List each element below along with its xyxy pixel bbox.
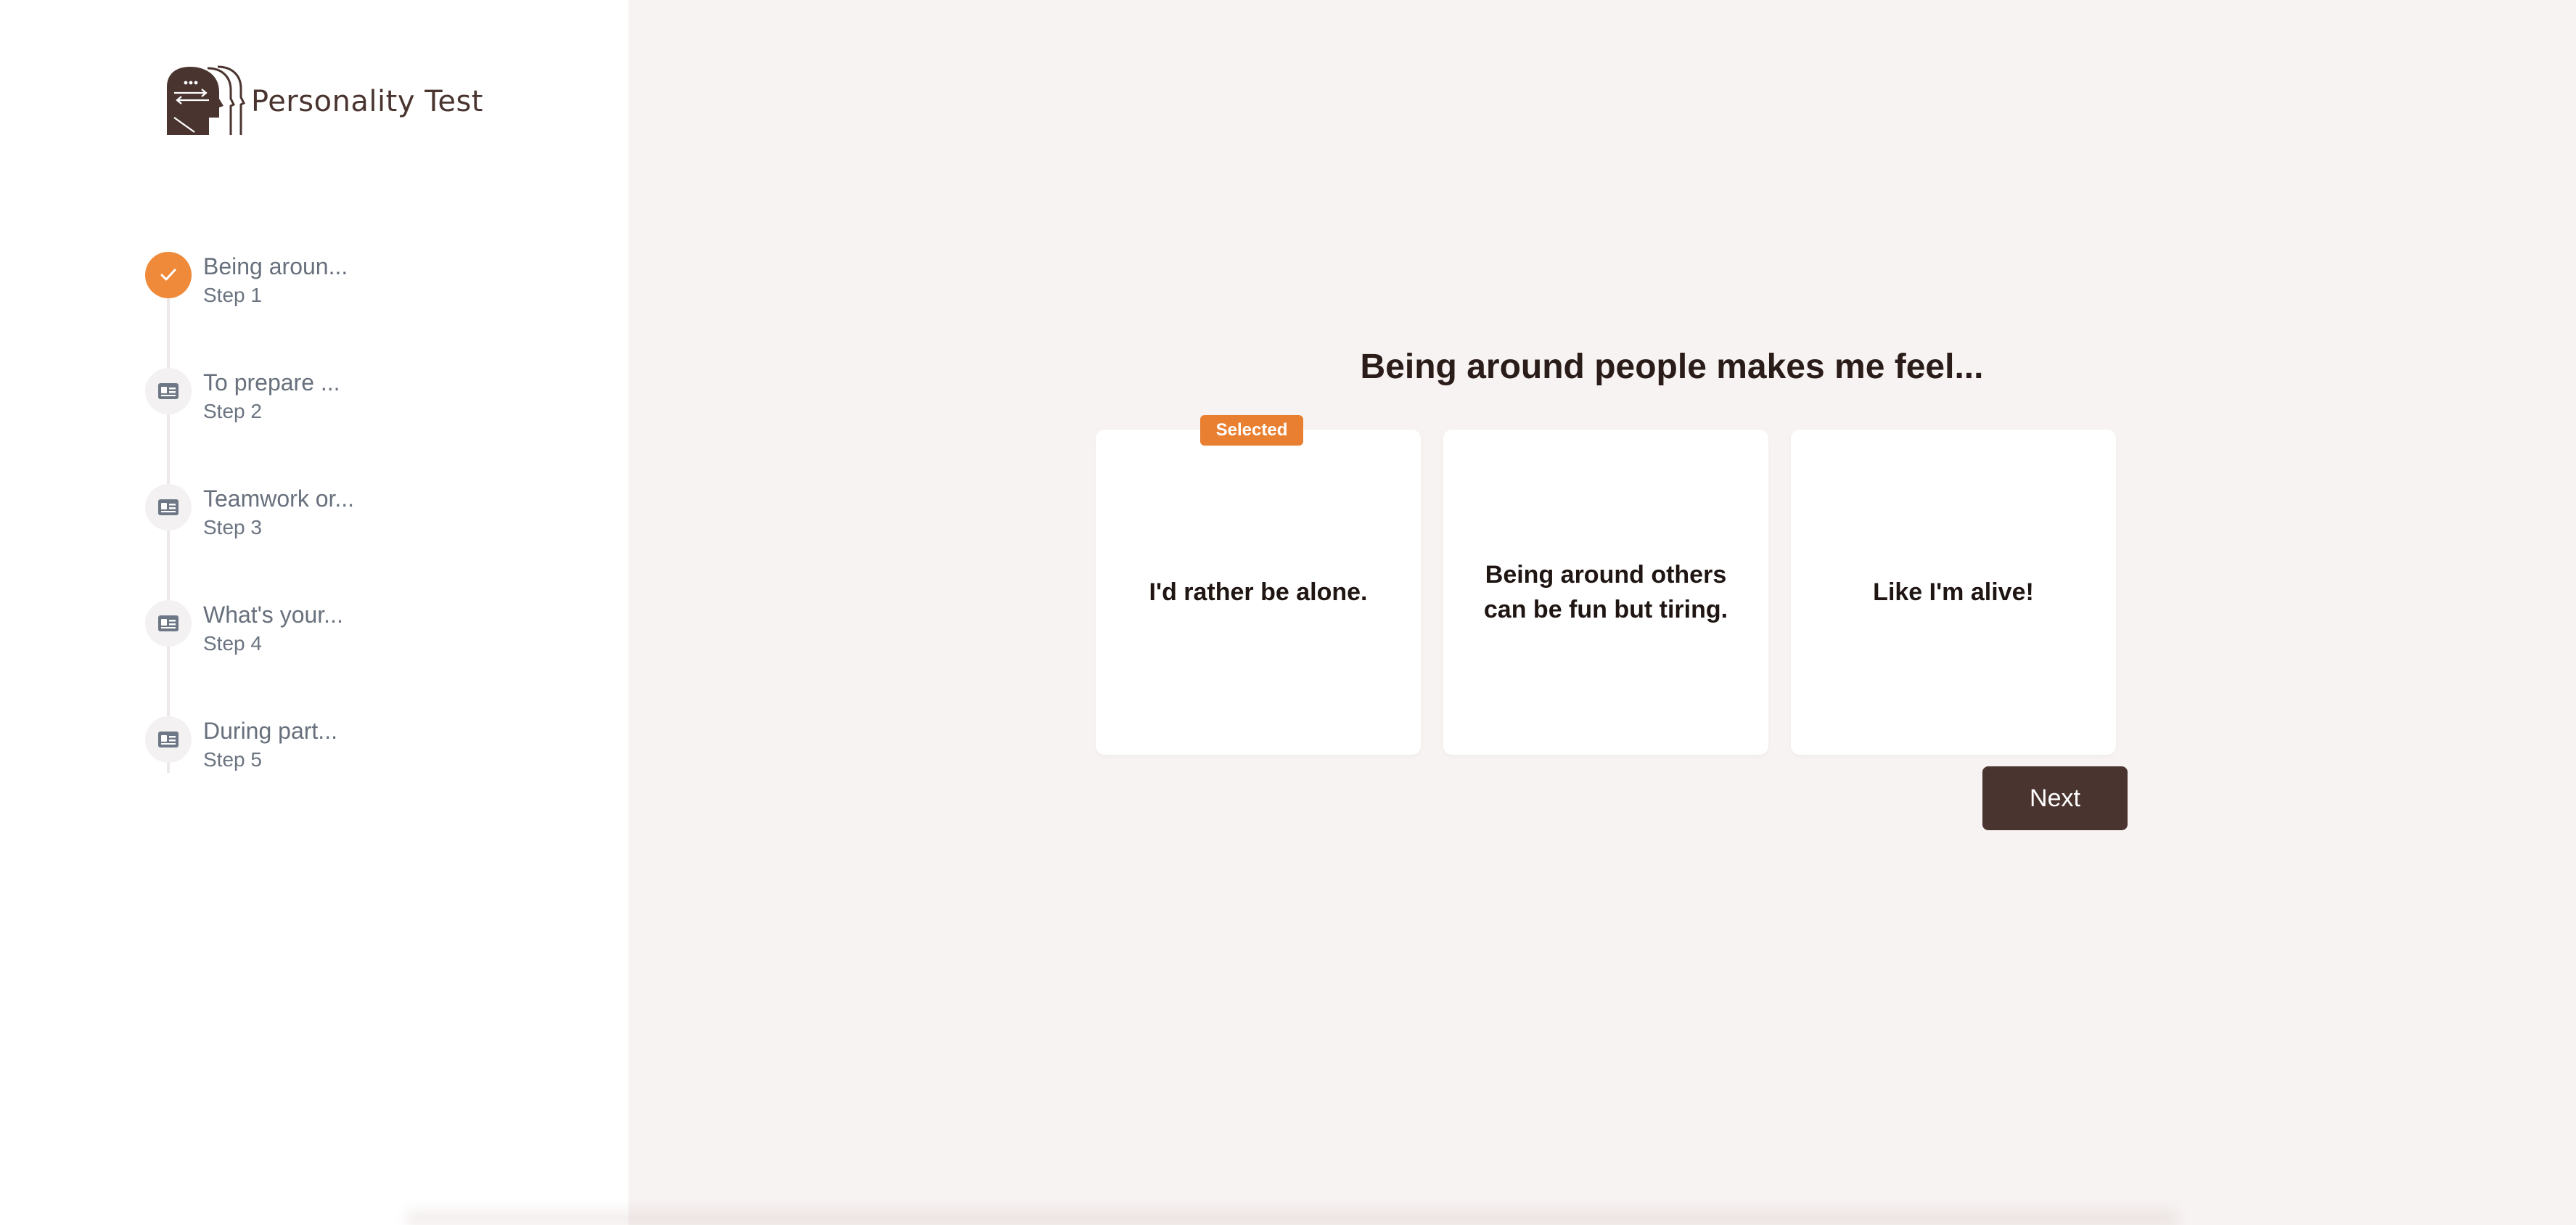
id-card-icon xyxy=(158,732,179,747)
sidebar: Personality Test Being aroun... Step 1 T… xyxy=(0,0,628,1225)
selected-badge: Selected xyxy=(1200,415,1303,446)
id-card-icon xyxy=(158,383,179,399)
answer-option-2[interactable]: Being around others can be fun but tirin… xyxy=(1443,430,1768,755)
step-title: What's your... xyxy=(203,602,343,628)
step-subtitle: Step 5 xyxy=(203,748,262,771)
step-subtitle: Step 1 xyxy=(203,284,262,306)
brand-name: Personality Test xyxy=(251,85,483,118)
step-title: During part... xyxy=(203,718,337,744)
step-connector xyxy=(167,414,170,484)
question-text: Being around people makes me feel... xyxy=(1360,348,1984,386)
step-title: Being aroun... xyxy=(203,253,348,279)
step-marker-pending xyxy=(145,368,192,414)
answer-option-1[interactable]: I'd rather be alone. xyxy=(1096,430,1421,755)
step-title: Teamwork or... xyxy=(203,486,355,512)
step-subtitle: Step 3 xyxy=(203,516,262,538)
bottom-shadow xyxy=(406,1205,2177,1225)
step-subtitle: Step 2 xyxy=(203,400,262,422)
step-title: To prepare ... xyxy=(203,369,340,396)
step-connector xyxy=(167,647,170,716)
answer-option-label: Being around others can be fun but tirin… xyxy=(1483,561,1728,623)
step-connector xyxy=(167,530,170,600)
question-title: Being around people makes me feel... xyxy=(628,347,2576,387)
head-profile-icon xyxy=(167,65,246,135)
step-subtitle: Step 4 xyxy=(203,632,262,655)
answer-option-label: Like I'm alive! xyxy=(1873,578,2034,606)
step-marker-pending xyxy=(145,716,192,763)
check-icon xyxy=(160,269,176,281)
answer-option-label: I'd rather be alone. xyxy=(1149,578,1368,606)
step-marker-completed xyxy=(145,252,192,298)
id-card-icon xyxy=(158,499,179,515)
brand-logo[interactable]: Personality Test xyxy=(165,65,483,138)
step-connector xyxy=(167,763,170,773)
id-card-icon xyxy=(158,615,179,631)
next-button[interactable]: Next xyxy=(1982,766,2128,830)
step-connector xyxy=(167,298,170,368)
step-marker-pending xyxy=(145,600,192,647)
answer-option-3[interactable]: Like I'm alive! xyxy=(1791,430,2116,755)
step-marker-pending xyxy=(145,484,192,530)
